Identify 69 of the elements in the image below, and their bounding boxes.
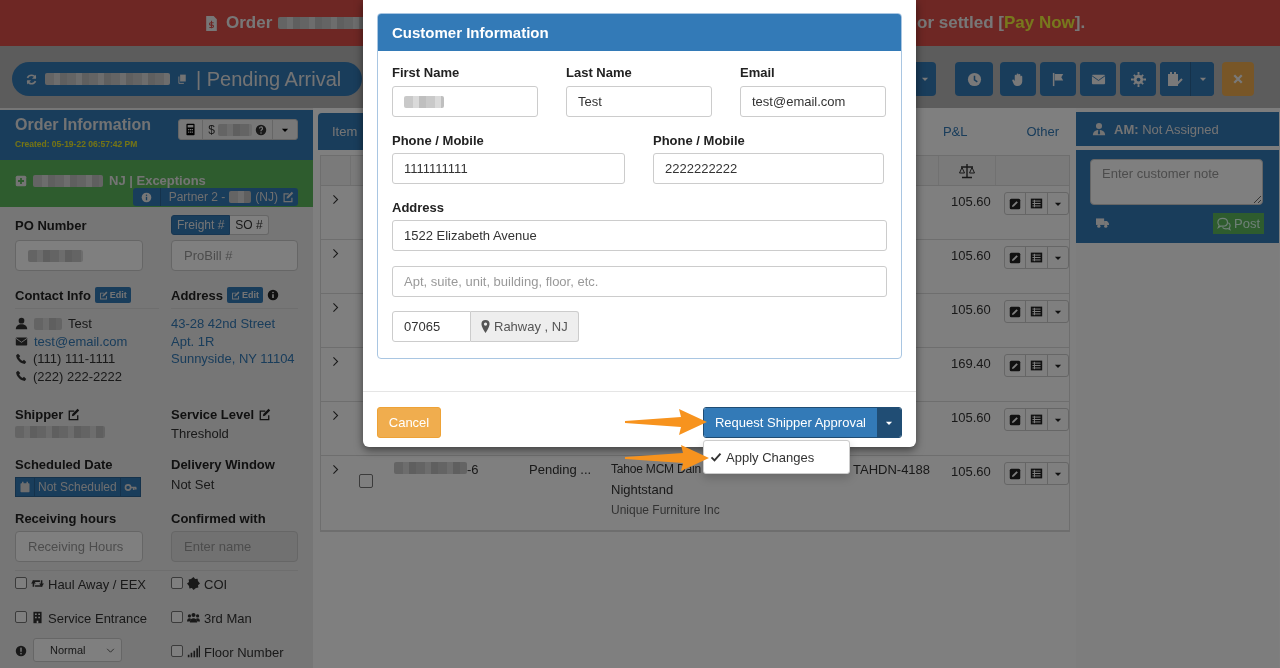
- field-label: Contact Info: [15, 287, 91, 303]
- priority-select[interactable]: Normal: [33, 638, 122, 662]
- address-line-2-field[interactable]: Apt, suite, unit, building, floor, etc.: [392, 266, 887, 297]
- field-label: Shipper: [15, 407, 64, 422]
- table-cell-text: Nightstand: [611, 482, 675, 497]
- field-label: PO Number: [15, 216, 88, 235]
- field-label: Receiving hours: [15, 511, 118, 526]
- order-status: | Pending Arrival: [196, 67, 342, 91]
- field-label: Phone / Mobile: [653, 133, 746, 148]
- field-label: Email: [740, 65, 776, 80]
- partner-badge[interactable]: Partner 2 - (NJ): [132, 188, 298, 206]
- city-text: Rahway , NJ: [494, 319, 568, 334]
- field-label: Address: [392, 200, 446, 215]
- tab[interactable]: Other: [1015, 113, 1070, 150]
- last-name-field[interactable]: Test: [566, 86, 712, 117]
- field-label: Address: [171, 287, 224, 303]
- table-cell: TAHDN-4188: [853, 462, 931, 477]
- address-field[interactable]: 1522 Elizabeth Avenue: [392, 220, 887, 251]
- table-cell: 105.60: [951, 194, 991, 209]
- option-checkbox[interactable]: Haul Away / EEX: [15, 577, 171, 611]
- zip-field[interactable]: 07065: [392, 311, 471, 342]
- field-value: Threshold: [171, 426, 230, 443]
- panel-title: Order Information: [15, 116, 151, 134]
- table-cell-text: Unique Furniture Inc: [611, 503, 721, 517]
- field-label: Last Name: [566, 65, 633, 80]
- request-approval-button[interactable]: Request Shipper Approval: [704, 408, 877, 437]
- created-date: Created: 05-19-22 06:57:42 PM: [15, 139, 139, 149]
- banner-text: Order: [226, 13, 273, 33]
- field-label: First Name: [392, 65, 461, 80]
- phone-number: (111) 111-1111: [33, 351, 116, 367]
- table-cell: 169.40: [951, 356, 991, 371]
- apply-changes-menu-item[interactable]: Apply Changes: [703, 440, 850, 474]
- table-cell: 105.60: [951, 464, 991, 479]
- scheduled-date-value: Not Scheduled: [34, 478, 120, 496]
- partner-text: Partner 2 -: [168, 190, 226, 204]
- tab[interactable]: P&L: [926, 113, 984, 150]
- contact-name: Test: [68, 316, 92, 332]
- edit-button[interactable]: Edit: [227, 287, 264, 303]
- option-checkbox[interactable]: COI: [171, 577, 311, 611]
- partner-text: (NJ): [255, 190, 278, 204]
- table-cell: 105.60: [951, 248, 991, 263]
- address-line[interactable]: Sunnyside, NY 11104: [171, 351, 295, 367]
- banner-text: or settled [Pay Now].: [916, 13, 1087, 33]
- option-checkbox[interactable]: Floor Number: [171, 645, 311, 668]
- account-manager-text: AM: Not Assigned: [1114, 121, 1219, 137]
- number-type-tab[interactable]: Freight #: [171, 215, 231, 235]
- phone-field[interactable]: 2222222222: [653, 153, 884, 184]
- field-label: Delivery Window: [171, 457, 276, 472]
- address-line[interactable]: 43-28 42nd Street: [171, 316, 276, 332]
- dialog-title: Customer Information: [378, 14, 901, 51]
- table-cell: 105.60: [951, 410, 991, 425]
- table-cell: -6: [467, 462, 479, 477]
- price-text: $: [208, 122, 215, 137]
- edit-button[interactable]: Edit: [94, 287, 131, 303]
- email-link[interactable]: test@email.com: [34, 333, 128, 349]
- phone-field[interactable]: 1111111111: [392, 153, 625, 184]
- table-cell: Pending ...: [529, 462, 592, 477]
- address-line[interactable]: Apt. 1R: [171, 333, 215, 349]
- email-field[interactable]: test@email.com: [740, 86, 886, 117]
- field-label: Confirmed with: [171, 511, 267, 526]
- number-type-tab[interactable]: SO #: [230, 215, 269, 235]
- pay-now-link[interactable]: Pay Now: [1003, 13, 1075, 32]
- field-label: Service Level: [171, 407, 255, 422]
- phone-number: (222) 222-2222: [33, 368, 122, 384]
- table-cell: 105.60: [951, 302, 991, 317]
- group-text: NJ | Exceptions: [109, 173, 206, 188]
- option-checkbox[interactable]: 3rd Man: [171, 611, 311, 645]
- field-value: Not Set: [171, 477, 216, 494]
- field-label: Scheduled Date: [15, 457, 114, 472]
